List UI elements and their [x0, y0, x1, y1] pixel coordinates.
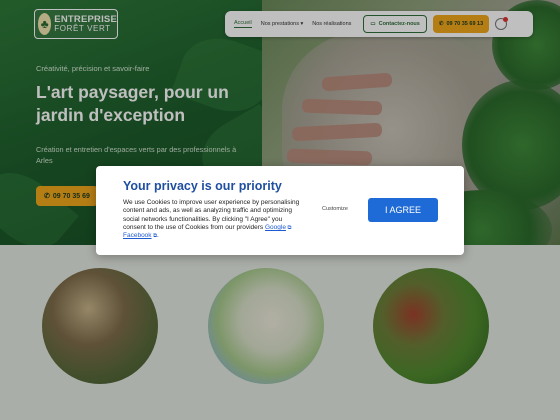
customize-button[interactable]: Customize	[322, 206, 348, 212]
agree-button[interactable]: I AGREE	[368, 198, 438, 222]
facebook-link[interactable]: Facebook	[123, 232, 152, 239]
privacy-title: Your privacy is our priority	[123, 179, 282, 193]
privacy-body: We use Cookies to improve user experienc…	[123, 199, 300, 240]
external-link-icon: ⧉	[285, 224, 292, 231]
google-link[interactable]: Google	[265, 224, 286, 231]
